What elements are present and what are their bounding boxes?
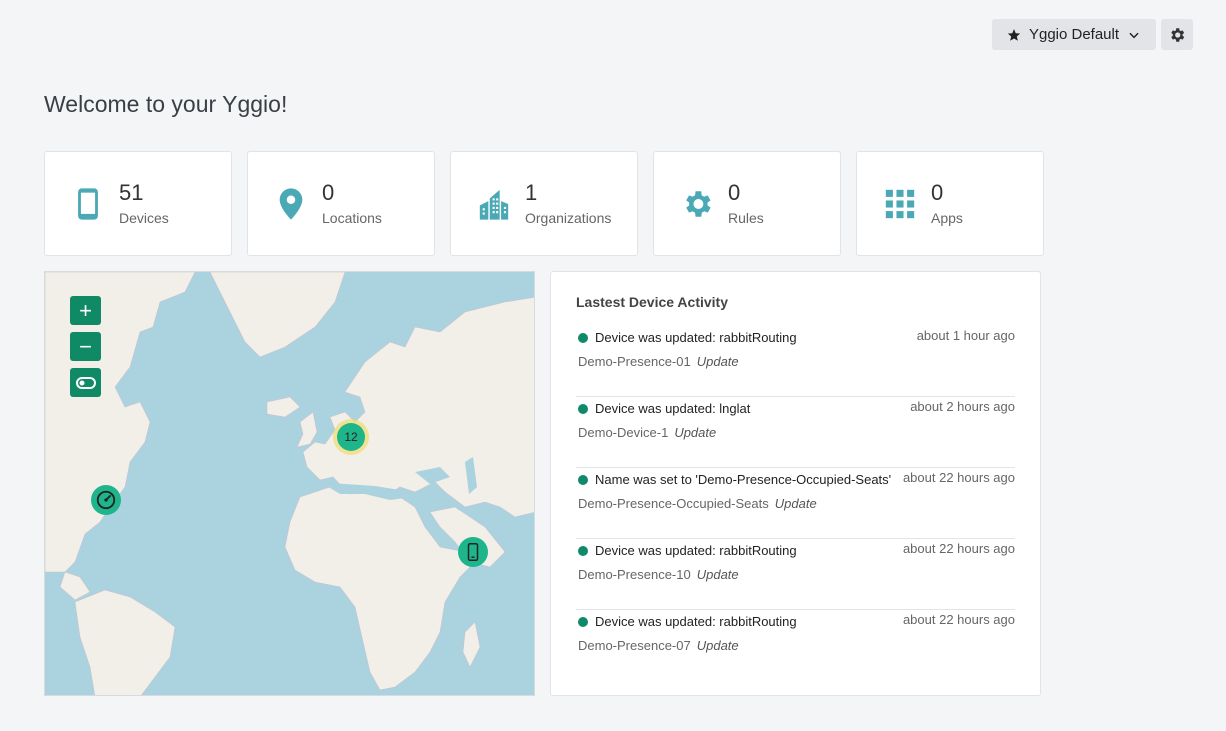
settings-button[interactable] [1161, 19, 1193, 50]
stat-label: Locations [322, 209, 382, 226]
activity-item[interactable]: Device was updated: lnglat about 2 hours… [576, 397, 1015, 468]
grid-icon [885, 189, 915, 218]
zoom-in-button[interactable]: + [70, 296, 101, 325]
activity-item[interactable]: Name was set to 'Demo-Presence-Occupied-… [576, 468, 1015, 539]
activity-time: about 1 hour ago [916, 328, 1015, 343]
activity-action: Update [774, 496, 817, 511]
activity-action: Update [696, 354, 739, 369]
zoom-out-button[interactable]: − [70, 332, 101, 361]
map-device-marker-gauge[interactable] [91, 485, 121, 515]
stat-label: Devices [119, 209, 169, 226]
activity-action: Update [696, 638, 739, 653]
activity-time: about 22 hours ago [902, 470, 1015, 485]
stat-card-apps[interactable]: 0 Apps [856, 151, 1044, 256]
status-dot [578, 616, 588, 627]
map-layer-toggle-button[interactable] [70, 368, 101, 397]
toggle-icon [75, 376, 96, 389]
activity-message: Device was updated: rabbitRouting [595, 614, 797, 629]
phone-icon [467, 543, 479, 561]
stat-card-rules[interactable]: 0 Rules [653, 151, 841, 256]
gauge-icon [96, 490, 116, 510]
phone-icon [78, 187, 98, 220]
stat-count: 51 [119, 180, 144, 206]
stat-count: 0 [931, 180, 944, 206]
device-map[interactable]: + − 12 [44, 271, 535, 696]
stat-card-organizations[interactable]: 1 Organizations [450, 151, 638, 256]
stat-label: Organizations [525, 209, 612, 226]
chevron-down-icon [1129, 32, 1139, 38]
stats-row: 51 Devices 0 Locations 1 Organizations 0 Rul… [44, 151, 1044, 256]
activity-item[interactable]: Device was updated: rabbitRouting about … [576, 610, 1015, 681]
status-dot [578, 332, 588, 343]
stat-label: Apps [931, 209, 963, 226]
stat-label: Rules [728, 209, 764, 226]
activity-device: Demo-Device-1 [578, 425, 669, 440]
stat-count: 1 [525, 180, 538, 206]
stat-card-devices[interactable]: 51 Devices [44, 151, 232, 256]
cluster-count: 12 [337, 423, 365, 451]
activity-title: Lastest Device Activity [576, 294, 728, 310]
activity-device: Demo-Presence-Occupied-Seats [578, 496, 769, 511]
activity-device: Demo-Presence-10 [578, 567, 691, 582]
world-map [45, 272, 534, 695]
status-dot [578, 474, 588, 485]
stat-count: 0 [322, 180, 335, 206]
stat-card-locations[interactable]: 0 Locations [247, 151, 435, 256]
activity-item[interactable]: Device was updated: rabbitRouting about … [576, 326, 1015, 397]
activity-item[interactable]: Device was updated: rabbitRouting about … [576, 539, 1015, 610]
activity-message: Device was updated: lnglat [595, 401, 751, 416]
buildings-icon [479, 189, 509, 220]
stat-count: 0 [728, 180, 741, 206]
top-bar: Yggio Default [992, 19, 1193, 50]
activity-device: Demo-Presence-01 [578, 354, 691, 369]
activity-message: Device was updated: rabbitRouting [595, 330, 797, 345]
gear-icon [1171, 27, 1185, 42]
workspace-label: Yggio Default [1028, 26, 1120, 43]
activity-action: Update [696, 567, 739, 582]
latest-activity-panel: Lastest Device Activity Device was updat… [550, 271, 1041, 696]
map-pin-icon [279, 187, 303, 220]
activity-message: Name was set to 'Demo-Presence-Occupied-… [595, 472, 892, 487]
gear-icon [686, 190, 711, 217]
activity-message: Device was updated: rabbitRouting [595, 543, 797, 558]
map-device-marker-phone[interactable] [458, 537, 488, 567]
status-dot [578, 545, 588, 556]
activity-time: about 22 hours ago [902, 541, 1015, 556]
status-dot [578, 403, 588, 414]
workspace-selector[interactable]: Yggio Default [992, 19, 1156, 50]
activity-time: about 22 hours ago [902, 612, 1015, 627]
star-icon [1007, 28, 1021, 41]
activity-time: about 2 hours ago [910, 399, 1015, 414]
activity-action: Update [674, 425, 717, 440]
map-cluster-marker[interactable]: 12 [333, 419, 369, 455]
page-title: Welcome to your Yggio! [44, 91, 288, 117]
activity-device: Demo-Presence-07 [578, 638, 691, 653]
